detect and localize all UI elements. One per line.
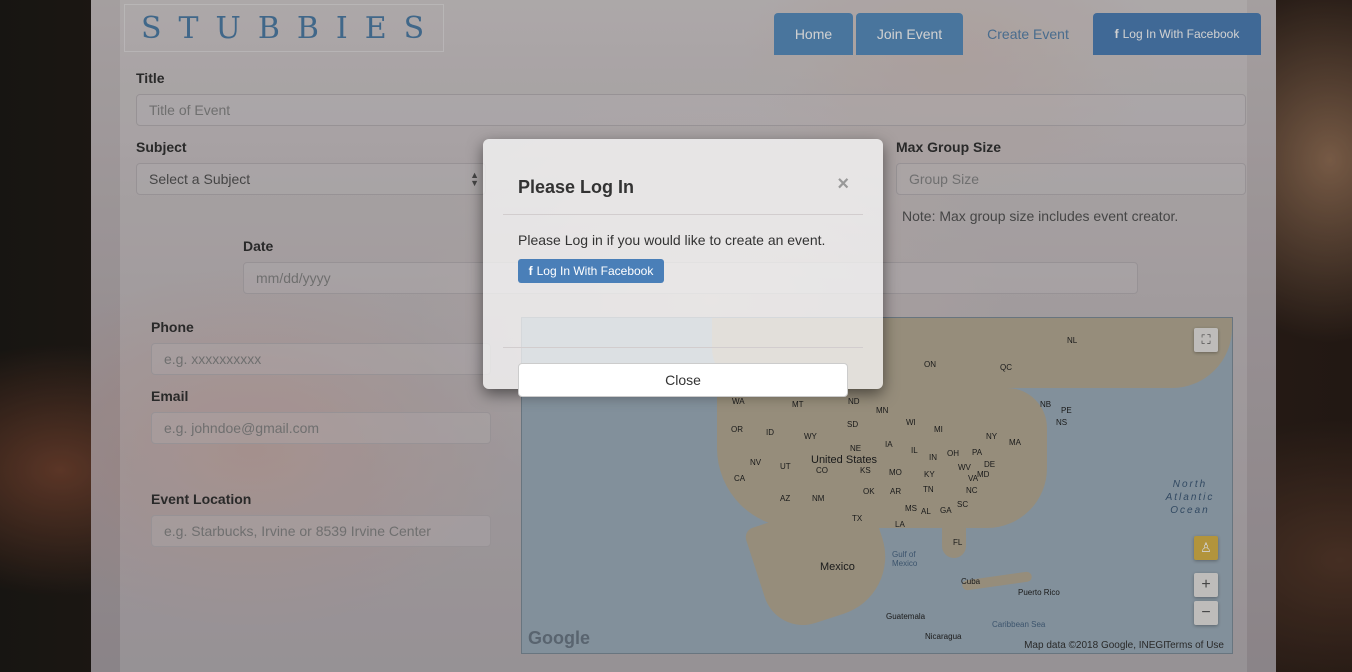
modal-message: Please Log in if you would like to creat… [518, 232, 826, 248]
modal-facebook-label: Log In With Facebook [536, 264, 654, 278]
modal-divider [503, 347, 863, 348]
modal-divider [503, 214, 863, 215]
login-modal: Please Log In × Please Log in if you wou… [483, 139, 883, 397]
close-button[interactable]: Close [518, 363, 848, 397]
facebook-icon: f [528, 264, 533, 278]
modal-title: Please Log In [518, 177, 635, 197]
close-icon[interactable]: × [837, 173, 849, 196]
modal-facebook-login-button[interactable]: f Log In With Facebook [518, 259, 664, 283]
